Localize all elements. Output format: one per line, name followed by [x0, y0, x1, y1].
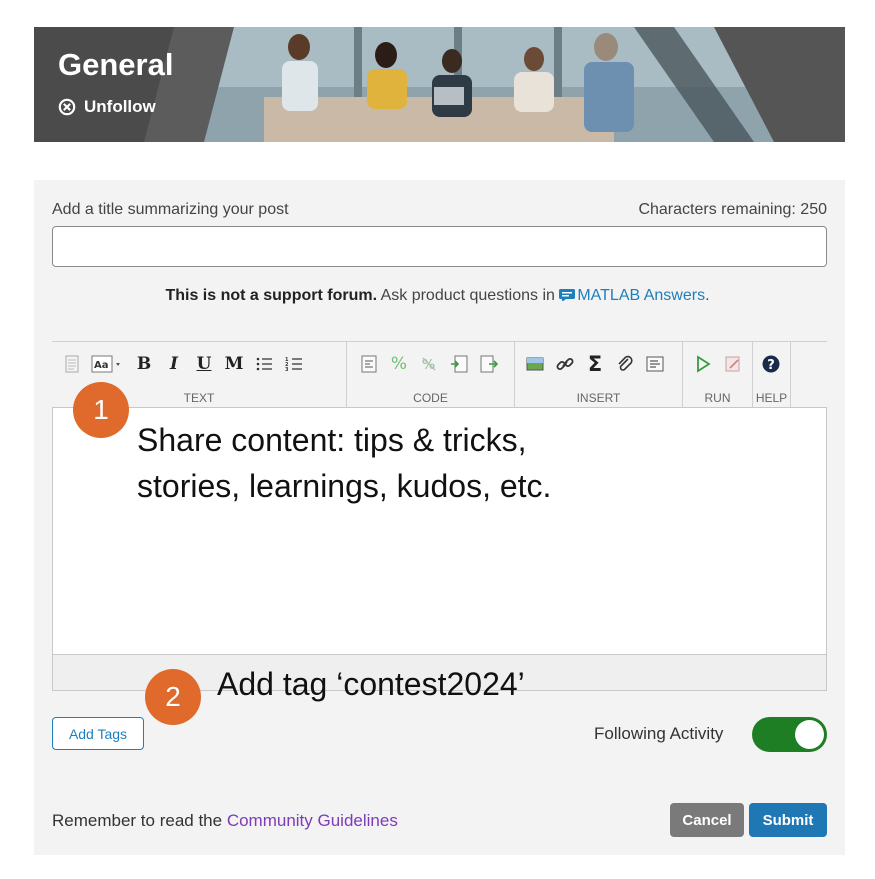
- banner-photo: [34, 27, 845, 142]
- link-icon[interactable]: [553, 352, 577, 376]
- characters-remaining: Characters remaining: 250: [638, 201, 827, 218]
- callout-text-2: Add tag ‘contest2024’: [217, 666, 525, 702]
- cancel-button[interactable]: Cancel: [670, 803, 744, 837]
- unfollow-label: Unfollow: [84, 97, 156, 116]
- callout-number-2: 2: [145, 669, 201, 725]
- toolbar-group-help: ? HELP: [753, 342, 791, 408]
- notice-end: .: [705, 287, 710, 304]
- uncomment-icon[interactable]: %: [417, 352, 441, 376]
- guidelines-prefix: Remember to read the: [52, 811, 227, 830]
- title-field-label: Add a title summarizing your post: [52, 201, 289, 218]
- italic-icon[interactable]: I: [162, 352, 186, 376]
- toolbar-group-run: RUN: [683, 342, 753, 408]
- percent-icon[interactable]: %: [387, 352, 411, 376]
- notice-bold: This is not a support forum.: [165, 287, 378, 304]
- callout-1-line-1: Share content: tips & tricks,: [137, 422, 527, 458]
- table-icon[interactable]: [643, 352, 667, 376]
- unfollow-button[interactable]: Unfollow: [58, 97, 156, 117]
- submit-button[interactable]: Submit: [749, 803, 827, 837]
- insert-section-icon[interactable]: [447, 352, 471, 376]
- toolbar-label-insert: INSERT: [576, 391, 621, 405]
- svg-text:3: 3: [285, 367, 289, 373]
- bullet-list-icon[interactable]: [252, 352, 276, 376]
- clear-output-icon[interactable]: [721, 352, 745, 376]
- chat-bubble-icon: [559, 289, 576, 301]
- add-tags-button[interactable]: Add Tags: [52, 717, 144, 750]
- bold-icon[interactable]: B: [132, 352, 156, 376]
- help-icon[interactable]: ?: [759, 352, 783, 376]
- numbered-list-icon[interactable]: 123: [282, 352, 306, 376]
- toolbar-group-code: % % CODE: [347, 342, 515, 408]
- matlab-answers-link[interactable]: MATLAB Answers: [559, 287, 705, 304]
- guidelines-reminder: Remember to read the Community Guideline…: [52, 811, 398, 831]
- toolbar-label-help: HELP: [755, 391, 788, 405]
- callout-1-line-2: stories, learnings, kudos, etc.: [137, 468, 552, 504]
- callout-text-1: Share content: tips & tricks, stories, l…: [137, 417, 551, 509]
- community-guidelines-link[interactable]: Community Guidelines: [227, 811, 398, 830]
- underline-icon[interactable]: U: [192, 352, 216, 376]
- toggle-knob: [795, 720, 824, 749]
- run-section-icon[interactable]: [477, 352, 501, 376]
- toolbar-label-code: CODE: [413, 391, 448, 405]
- post-title-input[interactable]: [52, 226, 827, 267]
- matlab-link-label: MATLAB Answers: [577, 287, 706, 304]
- code-block-icon[interactable]: [357, 352, 381, 376]
- following-activity-label: Following Activity: [594, 724, 724, 743]
- support-forum-notice: This is not a support forum. Ask product…: [0, 287, 875, 305]
- run-icon[interactable]: [691, 352, 715, 376]
- svg-text:Aa: Aa: [94, 360, 109, 371]
- community-banner: General Unfollow: [34, 27, 845, 142]
- toolbar-group-insert: Σ INSERT: [515, 342, 683, 408]
- page-title: General: [58, 47, 174, 82]
- monospace-icon[interactable]: M: [222, 352, 246, 376]
- editor-toolbar: Aa B I U M 123 TEXT % % CODE Σ INSERT RU…: [52, 341, 827, 408]
- text-style-icon[interactable]: Aa: [90, 352, 126, 376]
- notice-text: Ask product questions in: [377, 287, 560, 304]
- svg-text:%: %: [422, 358, 435, 373]
- circle-x-icon: [58, 98, 76, 116]
- following-activity-toggle[interactable]: [752, 717, 827, 752]
- toolbar-label-run: RUN: [704, 391, 731, 405]
- equation-icon[interactable]: Σ: [583, 352, 607, 376]
- document-icon[interactable]: [60, 352, 84, 376]
- image-icon[interactable]: [523, 352, 547, 376]
- attachment-icon[interactable]: [613, 352, 637, 376]
- callout-number-1: 1: [73, 382, 129, 438]
- svg-text:?: ?: [767, 358, 775, 373]
